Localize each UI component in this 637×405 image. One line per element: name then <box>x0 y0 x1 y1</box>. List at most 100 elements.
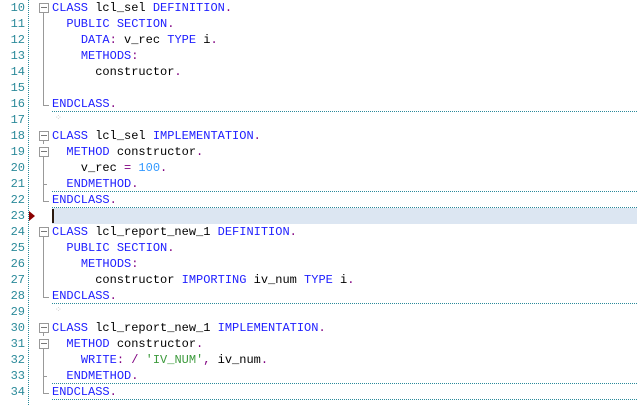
keyword-token: METHOD <box>66 145 110 159</box>
current-line-marker-icon <box>29 211 35 221</box>
line-number: 27 <box>10 273 25 287</box>
code-text[interactable]: WRITE: / 'IV_NUM', iv_num. <box>52 352 268 368</box>
code-line[interactable]: 22 ENDCLASS. <box>0 192 637 208</box>
line-number: 21 <box>10 177 25 191</box>
fold-guide <box>43 160 44 176</box>
code-line[interactable]: 18 CLASS lcl_sel IMPLEMENTATION. <box>0 128 637 144</box>
code-line[interactable]: 20 v_rec = 100. <box>0 160 637 176</box>
identifier-token: lcl_sel <box>88 1 153 15</box>
punctuation-token: . <box>196 145 204 159</box>
abap-code-editor[interactable]: 10 CLASS lcl_sel DEFINITION. 11 PUBLIC SEC… <box>0 0 637 405</box>
fold-collapse-icon[interactable] <box>39 323 49 333</box>
keyword-token: CLASS <box>52 321 89 335</box>
punctuation-token: . <box>347 273 355 287</box>
code-line[interactable]: 26 METHODS: <box>0 256 637 272</box>
code-line[interactable]: 27 constructor IMPORTING iv_num TYPE i. <box>0 272 637 288</box>
fold-collapse-icon[interactable] <box>39 131 49 141</box>
code-text[interactable]: v_rec = 100. <box>52 160 167 176</box>
fold-collapse-icon[interactable] <box>39 227 49 237</box>
line-number: 18 <box>10 129 25 143</box>
code-text[interactable]: CLASS lcl_sel DEFINITION. <box>52 0 232 16</box>
line-number: 28 <box>10 289 25 303</box>
identifier-token: constructor <box>109 337 197 351</box>
identifier-token <box>52 17 66 31</box>
code-line[interactable]: 23 <box>0 208 637 224</box>
keyword-token: IMPORTING <box>181 273 247 287</box>
punctuation-token: : <box>131 49 139 63</box>
line-number: 12 <box>10 33 25 47</box>
code-line[interactable]: 17 ⁘ <box>0 112 637 128</box>
code-line[interactable]: 10 CLASS lcl_sel DEFINITION. <box>0 0 637 16</box>
fold-collapse-icon[interactable] <box>39 147 49 157</box>
keyword-token: ENDCLASS <box>52 289 110 303</box>
code-text[interactable]: CLASS lcl_sel IMPLEMENTATION. <box>52 128 261 144</box>
identifier-token <box>52 337 66 351</box>
code-line[interactable]: 12 DATA: v_rec TYPE i. <box>0 32 637 48</box>
code-text[interactable]: PUBLIC SECTION. <box>52 240 174 256</box>
fold-collapse-icon[interactable] <box>39 3 49 13</box>
line-number: 34 <box>10 385 25 399</box>
code-text[interactable]: METHOD constructor. <box>52 144 203 160</box>
identifier-token: v_rec <box>116 33 168 47</box>
code-text[interactable]: ENDCLASS. <box>52 192 117 208</box>
code-text[interactable]: constructor IMPORTING iv_num TYPE i. <box>52 272 354 288</box>
code-line[interactable]: 31 METHOD constructor. <box>0 336 637 352</box>
code-line[interactable]: 15 <box>0 80 637 96</box>
line-number: 13 <box>10 49 25 63</box>
code-text[interactable]: METHODS: <box>52 256 139 272</box>
code-line[interactable]: 28 ENDCLASS. <box>0 288 637 304</box>
code-line[interactable]: 13 METHODS: <box>0 48 637 64</box>
line-number: 26 <box>10 257 25 271</box>
identifier-token: constructor <box>109 145 197 159</box>
code-line[interactable]: 34 ENDCLASS. <box>0 384 637 400</box>
fold-guide <box>43 256 44 272</box>
fold-guide <box>43 368 47 384</box>
code-text[interactable]: CLASS lcl_report_new_1 IMPLEMENTATION. <box>52 320 326 336</box>
code-text[interactable]: METHOD constructor. <box>52 336 203 352</box>
code-line[interactable]: 11 PUBLIC SECTION. <box>0 16 637 32</box>
keyword-token: METHOD <box>66 337 110 351</box>
code-text[interactable]: PUBLIC SECTION. <box>52 16 174 32</box>
code-text[interactable]: ENDCLASS. <box>52 384 117 400</box>
fold-guide <box>43 32 44 48</box>
line-number: 33 <box>10 369 25 383</box>
code-line[interactable]: 16 ENDCLASS. <box>0 96 637 112</box>
code-text[interactable]: ENDMETHOD. <box>52 368 138 384</box>
code-text[interactable]: ENDCLASS. <box>52 288 117 304</box>
code-line[interactable]: 21 ENDMETHOD. <box>0 176 637 192</box>
punctuation-token: . <box>260 353 269 367</box>
fold-end-guide <box>43 288 49 298</box>
code-text[interactable]: ENDMETHOD. <box>52 176 138 192</box>
identifier-token <box>52 241 66 255</box>
code-line[interactable]: 14 constructor. <box>0 64 637 80</box>
line-number: 23 <box>10 209 25 223</box>
line-number: 32 <box>10 353 25 367</box>
code-text[interactable]: METHODS: <box>52 48 139 64</box>
code-text[interactable]: DATA: v_rec TYPE i. <box>52 32 218 48</box>
code-line[interactable]: 19 METHOD constructor. <box>0 144 637 160</box>
fold-end-guide <box>43 96 49 106</box>
code-line[interactable]: 33 ENDMETHOD. <box>0 368 637 384</box>
fold-collapse-icon[interactable] <box>39 339 49 349</box>
line-number: 30 <box>10 321 25 335</box>
punctuation-token: . <box>131 177 139 191</box>
code-line[interactable]: 25 PUBLIC SECTION. <box>0 240 637 256</box>
code-line[interactable]: 32 WRITE: / 'IV_NUM', iv_num. <box>0 352 637 368</box>
fold-end-guide <box>43 384 49 394</box>
keyword-token: ENDMETHOD <box>66 177 132 191</box>
identifier-token <box>52 145 66 159</box>
keyword-token: IMPLEMENTATION <box>217 321 319 335</box>
line-number: 31 <box>10 337 25 351</box>
code-text[interactable]: CLASS lcl_report_new_1 DEFINITION. <box>52 224 297 240</box>
code-line[interactable]: 24 CLASS lcl_report_new_1 DEFINITION. <box>0 224 637 240</box>
punctuation-token: . <box>210 33 218 47</box>
punctuation-token: . <box>289 225 297 239</box>
code-text[interactable]: constructor. <box>52 64 181 80</box>
identifier-token: i <box>196 33 211 47</box>
keyword-token: CLASS <box>52 129 89 143</box>
identifier-token <box>52 33 81 47</box>
keyword-token: ENDCLASS <box>52 193 110 207</box>
code-line[interactable]: 29 ⁘ <box>0 304 637 320</box>
code-line[interactable]: 30 CLASS lcl_report_new_1 IMPLEMENTATION. <box>0 320 637 336</box>
code-text[interactable]: ENDCLASS. <box>52 96 117 112</box>
